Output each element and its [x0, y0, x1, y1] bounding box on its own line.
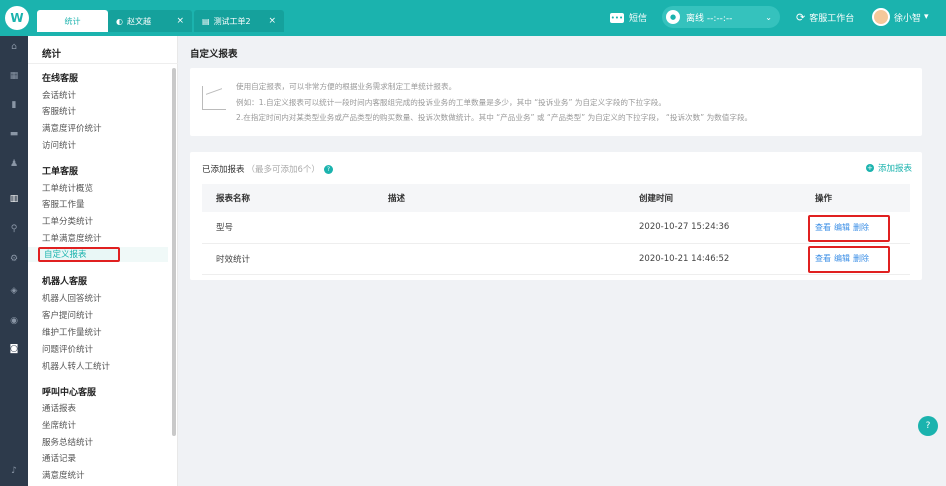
tab-statistics[interactable]: 统计 — [37, 10, 108, 32]
user-status-icon: ● — [666, 10, 680, 24]
highlight-box — [808, 246, 890, 273]
info-line: 使用自定报表，可以非常方便的根据业务需求制定工单统计报表。 — [236, 82, 457, 91]
menu-item[interactable]: 通话报表 — [42, 402, 76, 414]
menu-item[interactable]: 工单统计概览 — [42, 182, 93, 194]
menu-item[interactable]: 问题评价统计 — [42, 343, 93, 355]
table-row: 型号 2020-10-27 15:24:36 查看 编辑 删除 — [202, 212, 910, 244]
column-header: 创建时间 — [625, 184, 801, 212]
tab-label: 测试工单2 — [213, 16, 251, 26]
robot-icon[interactable]: ◙ — [0, 344, 28, 354]
user-menu[interactable]: 徐小智 ▾ — [872, 8, 929, 26]
add-report-button[interactable]: + 添加报表 — [865, 162, 912, 174]
chevron-down-icon: ▾ — [924, 12, 929, 22]
card-header: 已添加报表 （最多可添加6个） ? — [202, 163, 333, 175]
highlight-box — [808, 215, 890, 242]
menu-item[interactable]: 客户提问统计 — [42, 309, 93, 321]
close-icon[interactable]: × — [268, 16, 276, 26]
menu-group-online: 在线客服 — [42, 74, 79, 84]
chat-icon[interactable]: ▬ — [0, 129, 28, 139]
statistics-menu: 统计 在线客服 会话统计 客服统计 满意度评价统计 访问统计 工单客服 工单统计… — [28, 36, 178, 486]
report-created: 2020-10-27 15:24:36 — [625, 212, 801, 244]
chart-icon — [202, 86, 226, 110]
statistics-icon[interactable]: ▥ — [0, 194, 28, 204]
menu-item[interactable]: 满意度统计 — [42, 469, 85, 481]
plus-icon: + — [865, 164, 874, 172]
settings-icon[interactable]: ⚙ — [0, 254, 28, 264]
card-hint: （最多可添加6个） — [246, 165, 320, 175]
info-line: 2.在指定时间内对某类型业务或产品类型的购买数量、投诉次数做统计。其中 “产品业… — [236, 113, 753, 122]
info-panel: 使用自定报表，可以非常方便的根据业务需求制定工单统计报表。 例如：1.自定义报表… — [190, 68, 922, 136]
contacts-icon[interactable]: ♟ — [0, 159, 28, 169]
sms-button[interactable]: ••• 短信 — [610, 11, 647, 24]
tab-label: 赵文越 — [126, 16, 151, 26]
tab-label: 统计 — [64, 16, 81, 26]
workbench-label: 客服工作台 — [809, 14, 855, 24]
home-icon[interactable]: ⌂ — [0, 42, 28, 52]
user-name: 徐小智 — [894, 13, 922, 24]
menu-item[interactable]: 坐席统计 — [42, 419, 76, 431]
menu-item[interactable]: 工单满意度统计 — [42, 232, 102, 244]
report-desc — [374, 243, 625, 275]
help-icon[interactable]: ? — [323, 164, 333, 174]
column-header: 描述 — [374, 184, 625, 212]
icon-rail: ⌂ ▦ ▮ ▬ ♟ ▥ ⚲ ⚙ ◈ ◉ ◙ ♪ — [0, 36, 28, 486]
menu-item-custom-report[interactable]: 自定义报表 — [38, 247, 120, 262]
menu-item[interactable]: 通话记录 — [42, 452, 76, 464]
menu-scrollbar[interactable] — [172, 68, 176, 436]
page-title: 自定义报表 — [190, 49, 238, 60]
column-header: 操作 — [801, 184, 910, 212]
menu-item[interactable]: 服务总结统计 — [42, 436, 93, 448]
menu-item[interactable]: 会话统计 — [42, 89, 76, 101]
menu-item[interactable]: 维护工作量统计 — [42, 326, 102, 338]
info-line: 例如：1.自定义报表可以统计一段时间内客服组完成的投诉业务的工单数量是多少，其中… — [236, 98, 666, 107]
status-label: 离线 --:--:-- — [686, 13, 733, 24]
chevron-down-icon: ⌄ — [765, 12, 772, 22]
menu-item[interactable]: 访问统计 — [42, 139, 76, 151]
menu-item[interactable]: 满意度评价统计 — [42, 122, 102, 134]
table-row: 时效统计 2020-10-21 14:46:52 查看 编辑 删除 — [202, 243, 910, 275]
report-table: 报表名称 描述 创建时间 操作 型号 2020-10-27 15:24:36 查… — [202, 184, 910, 275]
circle-icon[interactable]: ◉ — [0, 316, 28, 326]
menu-item[interactable]: 机器人转人工统计 — [42, 360, 110, 372]
menu-item[interactable]: 客服统计 — [42, 105, 76, 117]
main-content: 自定义报表 使用自定报表，可以非常方便的根据业务需求制定工单统计报表。 例如：1… — [180, 36, 946, 486]
menu-group-robot: 机器人客服 — [42, 277, 88, 287]
menu-item[interactable]: 工单分类统计 — [42, 215, 93, 227]
menu-title: 统计 — [42, 49, 62, 60]
report-card: 已添加报表 （最多可添加6个） ? + 添加报表 报表名称 描述 创建时间 操作… — [190, 152, 922, 280]
status-selector[interactable]: ● 离线 --:--:-- ⌄ — [662, 6, 780, 28]
report-name: 型号 — [202, 212, 374, 244]
menu-group-ticket: 工单客服 — [42, 167, 79, 177]
refresh-icon: ⟳ — [796, 11, 806, 24]
report-desc — [374, 212, 625, 244]
sms-label: 短信 — [629, 14, 648, 24]
headset-icon: ◐ — [116, 16, 123, 26]
help-float-button[interactable]: ? — [918, 416, 938, 436]
tab-conversation[interactable]: ◐ 赵文越 × — [108, 10, 192, 32]
search-icon[interactable]: ⚲ — [0, 224, 28, 234]
add-report-label: 添加报表 — [877, 164, 912, 174]
app-logo: W — [5, 6, 29, 30]
document-icon[interactable]: ▮ — [0, 100, 28, 110]
top-bar: W 统计 ◐ 赵文越 × ▤ 测试工单2 × ••• 短信 ● 离线 --:--… — [0, 0, 946, 36]
report-name: 时效统计 — [202, 243, 374, 275]
avatar — [872, 8, 890, 26]
message-icon: ••• — [610, 12, 624, 23]
card-title: 已添加报表 — [202, 165, 245, 175]
ticket-icon: ▤ — [202, 16, 210, 26]
grid-icon[interactable]: ▦ — [0, 71, 28, 81]
workbench-button[interactable]: ⟳ 客服工作台 — [796, 11, 854, 24]
bell-icon[interactable]: ♪ — [0, 466, 28, 476]
menu-item[interactable]: 客服工作量 — [42, 198, 85, 210]
menu-item[interactable]: 机器人回答统计 — [42, 292, 102, 304]
tab-ticket[interactable]: ▤ 测试工单2 × — [194, 10, 284, 32]
report-created: 2020-10-21 14:46:52 — [625, 243, 801, 275]
close-icon[interactable]: × — [176, 16, 184, 26]
column-header: 报表名称 — [202, 184, 374, 212]
shield-icon[interactable]: ◈ — [0, 286, 28, 296]
table-header-row: 报表名称 描述 创建时间 操作 — [202, 184, 910, 212]
divider — [28, 63, 178, 64]
menu-group-callcenter: 呼叫中心客服 — [42, 388, 97, 398]
